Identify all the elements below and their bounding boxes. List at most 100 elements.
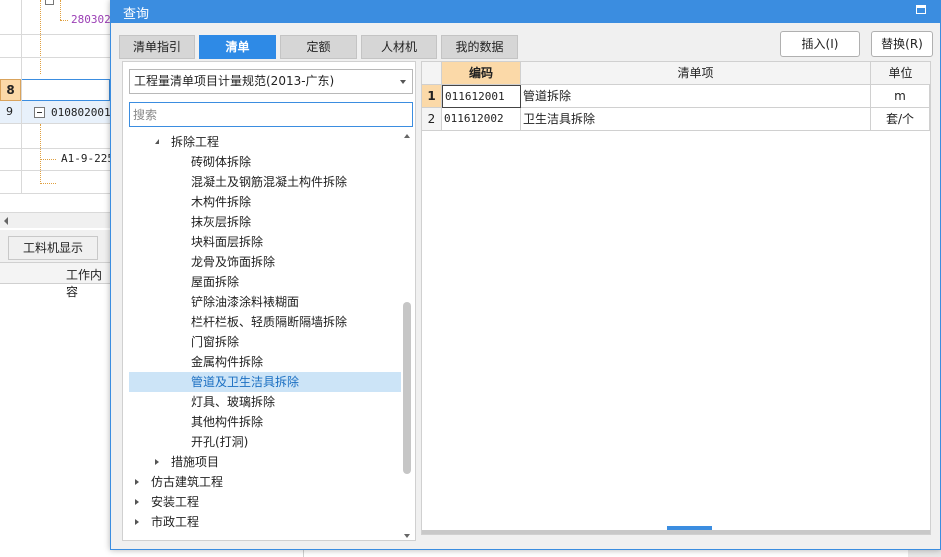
column-header-label: 工作内容 xyxy=(66,268,103,299)
tree-connector xyxy=(40,159,56,160)
tree-node[interactable]: 安装工程 xyxy=(129,492,401,512)
tree-connector xyxy=(40,0,41,34)
tree-node-label: 仿古建筑工程 xyxy=(151,475,224,489)
tree-node-label: 龙骨及饰面拆除 xyxy=(191,255,276,269)
tree-node[interactable]: 抹灰层拆除 xyxy=(129,212,401,232)
tree-connector xyxy=(40,183,56,184)
row-number: 9 xyxy=(6,105,13,118)
tree-node-label: 门窗拆除 xyxy=(191,335,240,349)
scroll-down-icon[interactable] xyxy=(404,534,410,538)
query-dialog: 查询 清单指引 清单 定额 人材机 我的数据 插入(I) 替换(R) 工程量清单… xyxy=(110,0,941,550)
search-input[interactable] xyxy=(129,102,413,127)
tree-node-label: 灯具、玻璃拆除 xyxy=(191,395,276,409)
tree-node[interactable]: 铲除油漆涂料裱糊面 xyxy=(129,292,401,312)
spec-select-value: 工程量清单项目计量规范(2013-广东) xyxy=(134,74,335,88)
tree-node-label: 砖砌体拆除 xyxy=(191,155,252,169)
horizontal-scrollbar[interactable] xyxy=(0,212,110,228)
horizontal-scrollbar[interactable] xyxy=(422,526,930,534)
scrollbar-thumb[interactable] xyxy=(403,302,411,474)
tree-node[interactable]: 市政工程 xyxy=(129,512,401,532)
dialog-titlebar[interactable]: 查询 xyxy=(111,1,940,23)
tree-node[interactable]: 开孔(打洞) xyxy=(129,432,401,452)
grid-header-code[interactable]: 编码 xyxy=(442,62,521,85)
tree-node-label: 铲除油漆涂料裱糊面 xyxy=(191,295,300,309)
tree-node[interactable]: 仿古建筑工程 xyxy=(129,472,401,492)
tab-list[interactable]: 清单 xyxy=(199,35,276,59)
collapsed-arrow-icon[interactable] xyxy=(135,479,139,485)
bg-row-code: A1-9-225 xyxy=(61,152,114,165)
tree-node[interactable]: 金属构件拆除 xyxy=(129,352,401,372)
grid-corner xyxy=(422,62,442,85)
results-grid: 编码 清单项 单位 1 011612001 管道拆除 m 2 011612002 卫生洁具拆… xyxy=(421,61,931,535)
maximize-icon[interactable] xyxy=(916,5,926,14)
tree-node[interactable]: 灯具、玻璃拆除 xyxy=(129,392,401,412)
tree-node[interactable]: 拆除工程 xyxy=(129,132,401,152)
tree-node[interactable]: 管道及卫生洁具拆除 xyxy=(129,372,401,392)
tree-node[interactable]: 龙骨及饰面拆除 xyxy=(129,252,401,272)
category-panel: 工程量清单项目计量规范(2013-广东) 拆除工程砖砌体拆除混凝土及钢筋混凝土构… xyxy=(122,61,416,541)
tab-labor-material-machine[interactable]: 人材机 xyxy=(361,35,437,59)
scroll-indicator[interactable] xyxy=(667,526,712,530)
tree-node-label: 屋面拆除 xyxy=(191,275,240,289)
tab-my-data[interactable]: 我的数据 xyxy=(441,35,518,59)
row-unit[interactable]: m xyxy=(871,85,930,108)
row-code[interactable]: 011612002 xyxy=(442,108,521,131)
row-name[interactable]: 卫生洁具拆除 xyxy=(521,108,871,131)
selected-row[interactable] xyxy=(21,79,110,101)
vertical-scrollbar[interactable] xyxy=(401,132,413,540)
tree-node[interactable]: 混凝土及钢筋混凝土构件拆除 xyxy=(129,172,401,192)
scroll-left-icon[interactable] xyxy=(4,217,8,225)
tree-node[interactable]: 其他构件拆除 xyxy=(129,412,401,432)
tree-node-label: 市政工程 xyxy=(151,515,200,529)
tree-node-label: 开孔(打洞) xyxy=(191,435,249,449)
category-tree: 拆除工程砖砌体拆除混凝土及钢筋混凝土构件拆除 木构件拆除抹灰层拆除块料面层拆除 龙骨… xyxy=(129,132,401,540)
table-row[interactable]: 9 01080200100 xyxy=(0,101,124,124)
collapsed-arrow-icon[interactable] xyxy=(155,459,159,465)
tree-node-label: 金属构件拆除 xyxy=(191,355,264,369)
row-code[interactable]: 011612001 xyxy=(442,85,521,108)
insert-button[interactable]: 插入(I) xyxy=(780,31,860,57)
tree-node[interactable]: 木构件拆除 xyxy=(129,192,401,212)
tree-node[interactable]: 砖砌体拆除 xyxy=(129,152,401,172)
tree-connector xyxy=(40,34,41,74)
tree-node-label: 措施项目 xyxy=(171,455,220,469)
scroll-up-icon[interactable] xyxy=(404,134,410,138)
tree-node-label: 拆除工程 xyxy=(171,135,220,149)
row-number[interactable]: 2 xyxy=(422,108,442,131)
grid-header-name[interactable]: 清单项 xyxy=(521,62,871,85)
tab-list-guide[interactable]: 清单指引 xyxy=(119,35,195,59)
grid-header-unit[interactable]: 单位 xyxy=(871,62,930,85)
tree-node-label: 混凝土及钢筋混凝土构件拆除 xyxy=(191,175,348,189)
tree-node[interactable]: 门窗拆除 xyxy=(129,332,401,352)
tree-node-label: 块料面层拆除 xyxy=(191,235,264,249)
tree-node-label: 安装工程 xyxy=(151,495,200,509)
collapse-icon[interactable] xyxy=(34,107,45,118)
collapsed-arrow-icon[interactable] xyxy=(135,519,139,525)
collapsed-arrow-icon[interactable] xyxy=(135,499,139,505)
row-unit[interactable]: 套/个 xyxy=(871,108,930,131)
row-number[interactable]: 1 xyxy=(422,85,442,108)
row-name[interactable]: 管道拆除 xyxy=(521,85,871,108)
chevron-down-icon[interactable] xyxy=(400,80,406,84)
collapse-icon xyxy=(45,0,54,5)
tree-node[interactable]: 栏杆栏板、轻质隔断隔墙拆除 xyxy=(129,312,401,332)
tree-node[interactable]: 措施项目 xyxy=(129,452,401,472)
tree-node-label: 抹灰层拆除 xyxy=(191,215,252,229)
bg-row-code: 280302 xyxy=(71,13,111,26)
tree-node-label: 管道及卫生洁具拆除 xyxy=(191,375,300,389)
spec-select[interactable]: 工程量清单项目计量规范(2013-广东) xyxy=(129,69,413,94)
tree-connector xyxy=(60,20,68,21)
tree-connector xyxy=(60,0,61,20)
expanded-arrow-icon[interactable] xyxy=(155,139,159,144)
tree-node-label: 其他构件拆除 xyxy=(191,415,264,429)
selected-row-number[interactable]: 8 xyxy=(0,79,21,101)
tab-quota[interactable]: 定额 xyxy=(280,35,357,59)
tree-node[interactable]: 块料面层拆除 xyxy=(129,232,401,252)
replace-button[interactable]: 替换(R) xyxy=(871,31,933,57)
tree-connector xyxy=(40,124,41,184)
tree-node-label: 木构件拆除 xyxy=(191,195,252,209)
dialog-title: 查询 xyxy=(123,7,150,22)
column-header: 工作内容 xyxy=(0,262,110,299)
tree-node[interactable]: 屋面拆除 xyxy=(129,272,401,292)
tab-material-display[interactable]: 工料机显示 xyxy=(8,236,98,260)
